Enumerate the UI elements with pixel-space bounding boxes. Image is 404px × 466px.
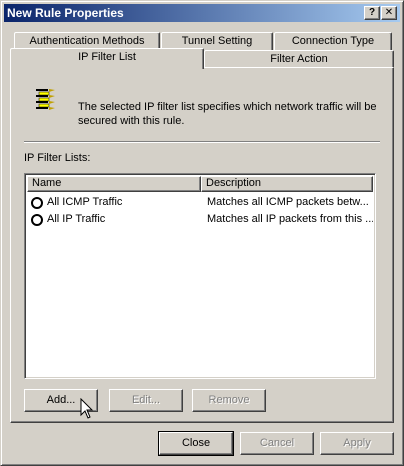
remove-button[interactable]: Remove	[192, 389, 266, 412]
column-header-name[interactable]: Name	[27, 176, 201, 192]
cancel-button[interactable]: Cancel	[240, 432, 314, 455]
title-bar[interactable]: New Rule Properties ? ✕	[4, 4, 400, 22]
row-name: All ICMP Traffic	[47, 196, 123, 208]
tab-filter-action[interactable]: Filter Action	[204, 50, 394, 68]
row-description: Matches all IP packets from this ...	[207, 213, 373, 225]
list-row[interactable]: All ICMP Traffic Matches all ICMP packet…	[27, 195, 373, 212]
apply-button[interactable]: Apply	[320, 432, 394, 455]
help-icon: ?	[368, 7, 376, 18]
list-row[interactable]: All IP Traffic Matches all IP packets fr…	[27, 212, 373, 229]
separator	[24, 141, 380, 143]
close-window-button[interactable]: ✕	[381, 6, 397, 20]
list-header: Name Description	[27, 176, 373, 192]
column-header-description[interactable]: Description	[201, 176, 373, 192]
row-name: All IP Traffic	[47, 213, 106, 225]
radio-button[interactable]	[31, 214, 43, 226]
mouse-cursor-icon	[80, 397, 94, 420]
tab-connection-type[interactable]: Connection Type	[274, 32, 392, 50]
edit-button[interactable]: Edit...	[109, 389, 183, 412]
ip-filter-lists-label: IP Filter Lists:	[24, 152, 91, 164]
ip-filter-list-view[interactable]: Name Description All ICMP Traffic Matche…	[24, 173, 376, 379]
close-button[interactable]: Close	[158, 431, 234, 456]
close-icon: ✕	[384, 7, 394, 18]
row-description: Matches all ICMP packets betw...	[207, 196, 369, 208]
window-title: New Rule Properties	[7, 6, 124, 20]
ip-filter-list-icon	[36, 87, 56, 113]
help-button[interactable]: ?	[364, 6, 380, 20]
radio-button[interactable]	[31, 197, 43, 209]
tab-ip-filter-list[interactable]: IP Filter List	[10, 48, 204, 69]
panel-description: The selected IP filter list specifies wh…	[78, 101, 377, 127]
